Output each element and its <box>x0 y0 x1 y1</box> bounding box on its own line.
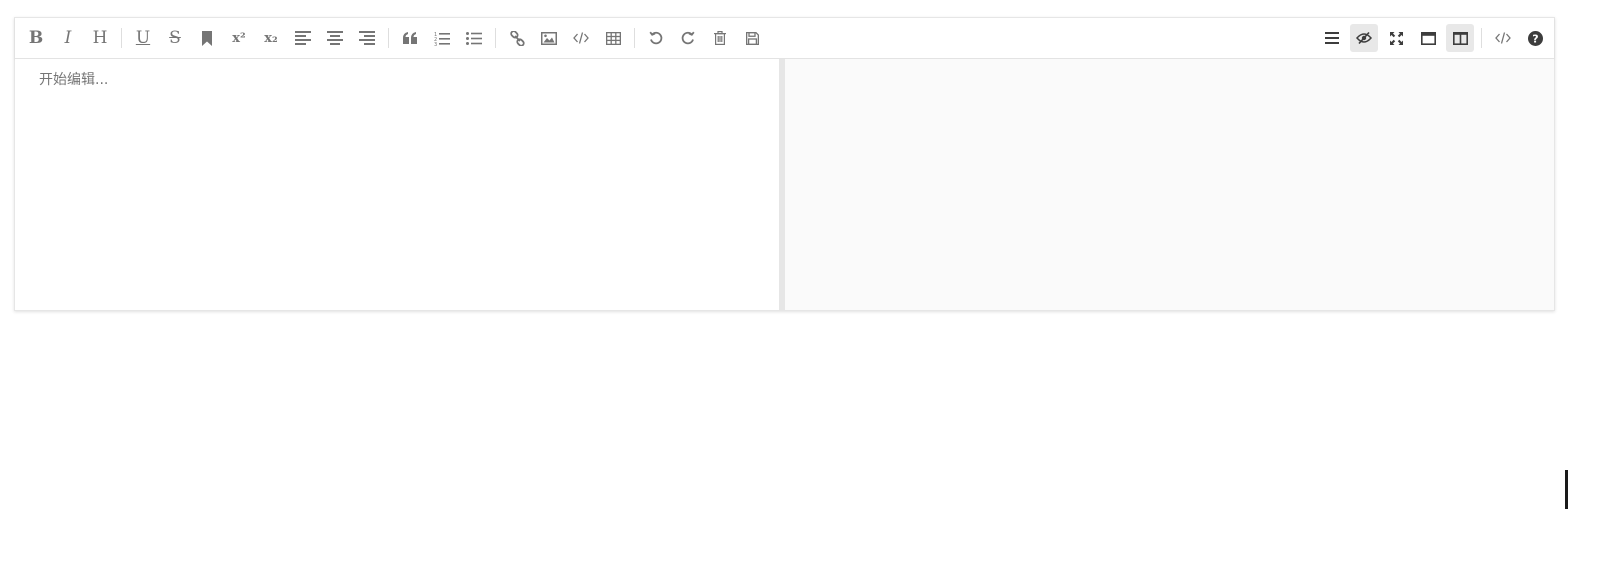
unordered-list-icon <box>466 31 482 45</box>
image-button[interactable] <box>535 24 563 52</box>
code-button[interactable] <box>567 24 595 52</box>
header-button[interactable]: H <box>86 24 114 52</box>
unordered-list-button[interactable] <box>460 24 488 52</box>
code-icon <box>1495 32 1511 44</box>
fullscreen-button[interactable] <box>1382 24 1410 52</box>
markdown-editor: B I H U S x² x₂ 1 2 3 ? 开始编辑... <box>14 17 1555 311</box>
bold-icon: B <box>28 27 44 48</box>
quote-button[interactable] <box>396 24 424 52</box>
navigation-button[interactable] <box>1318 24 1346 52</box>
help-button[interactable]: ? <box>1521 24 1549 52</box>
table-icon <box>605 31 621 45</box>
subscript-icon: x₂ <box>264 30 278 46</box>
code-icon <box>573 32 589 44</box>
html-code-button[interactable] <box>1489 24 1517 52</box>
undo-button[interactable] <box>642 24 670 52</box>
subscript-button[interactable]: x₂ <box>257 24 285 52</box>
editor-placeholder: 开始编辑... <box>39 72 109 88</box>
image-icon <box>541 31 557 45</box>
editor-toolbar: B I H U S x² x₂ 1 2 3 ? <box>15 18 1554 59</box>
menu-icon <box>1325 32 1339 44</box>
underline-button[interactable]: U <box>129 24 157 52</box>
header-icon: H <box>92 27 108 48</box>
svg-text:3: 3 <box>434 42 437 46</box>
quote-icon <box>402 32 417 44</box>
align-center-icon <box>327 31 343 45</box>
link-button[interactable] <box>503 24 531 52</box>
align-left-icon <box>295 31 311 45</box>
bookmark-icon <box>202 30 212 46</box>
strikethrough-icon: S <box>169 27 181 48</box>
eye-slash-icon <box>1356 32 1372 44</box>
trash-icon <box>714 31 726 45</box>
save-button[interactable] <box>738 24 766 52</box>
strikethrough-button[interactable]: S <box>161 24 189 52</box>
align-right-icon <box>359 31 375 45</box>
bold-button[interactable]: B <box>22 24 50 52</box>
question-circle-icon: ? <box>1527 30 1543 46</box>
columns-icon <box>1452 31 1468 45</box>
superscript-button[interactable]: x² <box>225 24 253 52</box>
toolbar-separator <box>634 28 635 48</box>
toolbar-separator <box>388 28 389 48</box>
italic-icon: I <box>64 27 72 48</box>
trash-button[interactable] <box>706 24 734 52</box>
toolbar-left-group: B I H U S x² x₂ 1 2 3 <box>20 23 768 53</box>
save-icon <box>745 31 759 45</box>
preview-toggle-button[interactable] <box>1350 24 1378 52</box>
edge-marker <box>1565 470 1568 509</box>
toolbar-separator <box>495 28 496 48</box>
table-button[interactable] <box>599 24 627 52</box>
superscript-icon: x² <box>232 30 246 46</box>
redo-button[interactable] <box>674 24 702 52</box>
ordered-list-icon: 123 <box>434 32 450 46</box>
toolbar-separator <box>121 28 122 48</box>
toolbar-separator <box>1481 28 1482 48</box>
ordered-list-button[interactable]: 123 <box>428 24 456 52</box>
preview-pane <box>785 59 1554 310</box>
redo-icon <box>681 31 695 45</box>
mark-button[interactable] <box>193 24 221 52</box>
window-icon <box>1420 31 1436 45</box>
underline-icon: U <box>135 27 151 48</box>
undo-icon <box>649 31 663 45</box>
read-mode-button[interactable] <box>1414 24 1442 52</box>
toolbar-right-group: ? <box>1316 23 1551 53</box>
italic-button[interactable]: I <box>54 24 82 52</box>
align-left-button[interactable] <box>289 24 317 52</box>
align-right-button[interactable] <box>353 24 381 52</box>
link-icon <box>509 30 525 46</box>
expand-icon <box>1389 31 1403 45</box>
subfield-button[interactable] <box>1446 24 1474 52</box>
svg-text:?: ? <box>1532 32 1538 45</box>
edit-pane[interactable]: 开始编辑... <box>15 59 779 310</box>
align-center-button[interactable] <box>321 24 349 52</box>
